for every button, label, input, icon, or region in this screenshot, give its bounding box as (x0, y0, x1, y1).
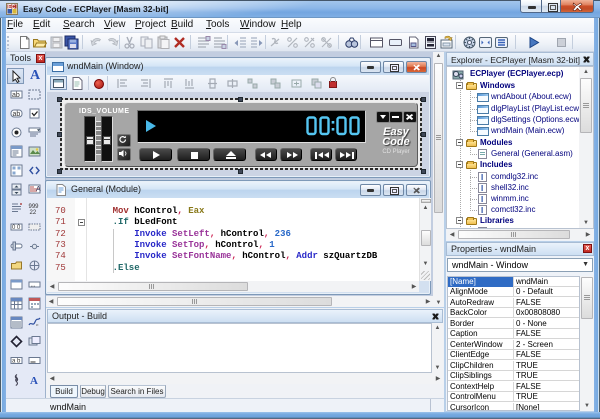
svg-text:ab: ab (12, 92, 20, 99)
svg-text:A: A (30, 375, 38, 386)
svg-text:...: ... (31, 283, 36, 289)
svg-text:A: A (36, 186, 41, 193)
svg-text:ab: ab (13, 111, 21, 118)
svg-text:a b: a b (12, 359, 21, 365)
svg-text:EC: EC (8, 5, 15, 11)
svg-text:22: 22 (30, 210, 37, 215)
svg-text:0 0: 0 0 (12, 225, 21, 231)
